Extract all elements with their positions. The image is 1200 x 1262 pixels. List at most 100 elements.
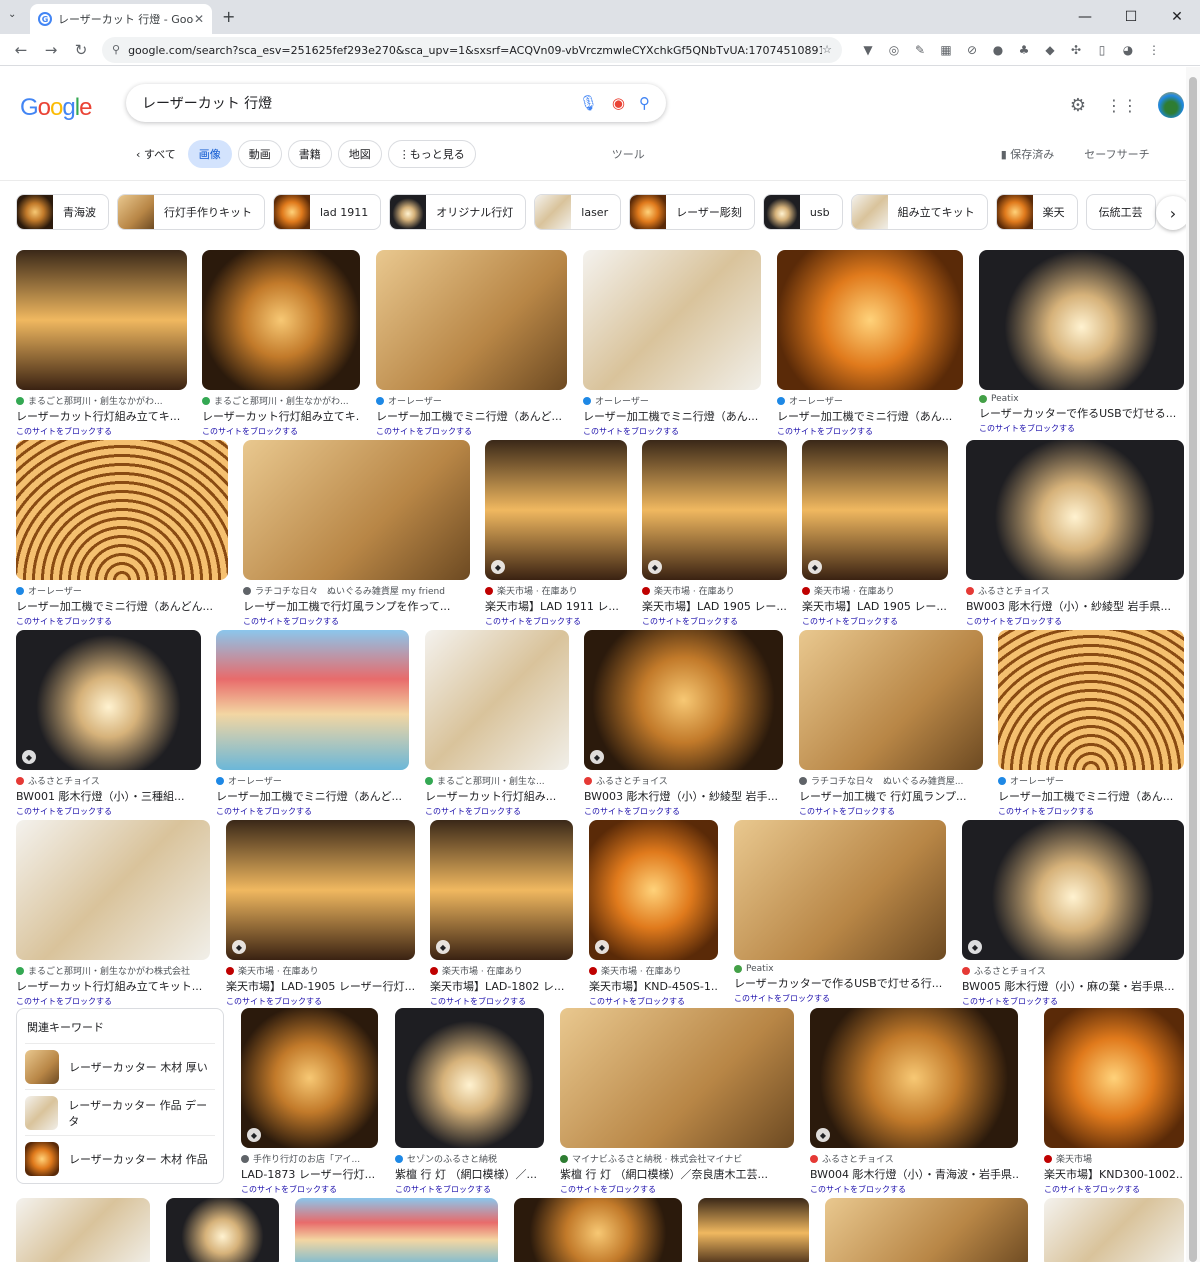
browser-tab[interactable]: G レーザーカット 行燈 - Google 検索 ✕	[30, 4, 212, 34]
filter-books[interactable]: 書籍	[287, 140, 332, 168]
image-result[interactable]: オーレーザー レーザー加工機でミニ行燈（あんどん... このサイトをブロックする	[16, 440, 228, 627]
result-title[interactable]: BW003 彫木行燈（小）・紗綾型 岩手県...	[966, 598, 1184, 614]
block-site-link[interactable]: このサイトをブロックする	[583, 426, 761, 437]
image-result[interactable]	[16, 1198, 150, 1262]
result-title[interactable]: レーザー加工機でミニ行燈（あんど...	[376, 408, 567, 424]
result-thumbnail[interactable]: ◆	[485, 440, 627, 580]
block-site-link[interactable]: このサイトをブロックする	[202, 426, 360, 437]
image-result[interactable]: まるごと那珂川・創生なかがわ... レーザーカット行灯組み立てキ... このサイ…	[16, 250, 187, 437]
circle-extension-icon[interactable]: ◎	[884, 40, 904, 60]
block-site-link[interactable]: このサイトをブロックする	[734, 993, 946, 1004]
reload-icon[interactable]: ↻	[66, 41, 96, 59]
result-thumbnail[interactable]	[202, 250, 360, 390]
image-result[interactable]: ラチコチな日々 ぬいぐるみ雑貨屋 my friend レーザー加工機で行灯風ラン…	[243, 440, 470, 627]
image-result[interactable]: Peatix レーザーカッターで作るUSBで灯せる... このサイトをブロックす…	[979, 250, 1184, 434]
filter-maps[interactable]: 地図	[337, 140, 382, 168]
page-scrollbar[interactable]	[1186, 67, 1200, 1262]
image-result[interactable]: 楽天市場 楽天市場】KND300-1002... このサイトをブロックする	[1044, 1008, 1184, 1195]
result-thumbnail[interactable]	[825, 1198, 1028, 1262]
image-result[interactable]: ◆ 楽天市場 · 在庫あり 楽天市場】KND-450S-1... このサイトをブ…	[589, 820, 718, 1007]
chips-next-chevron-icon[interactable]: ›	[1156, 196, 1190, 230]
result-thumbnail[interactable]	[966, 440, 1184, 580]
result-title[interactable]: BW005 彫木行燈（小）・麻の葉・岩手県...	[962, 978, 1184, 994]
block-site-link[interactable]: このサイトをブロックする	[241, 1184, 378, 1195]
related-chip[interactable]: laser	[534, 194, 622, 230]
result-thumbnail[interactable]	[698, 1198, 809, 1262]
related-chip[interactable]: 組み立てキット	[850, 194, 988, 230]
image-result[interactable]: ◆ 楽天市場 · 在庫あり 楽天市場】LAD 1905 レー... このサイトを…	[802, 440, 948, 627]
result-thumbnail[interactable]: ◆	[802, 440, 948, 580]
related-keyword-item[interactable]: レーザーカッター 作品 データ	[25, 1089, 215, 1135]
menu-dots-icon[interactable]: ⋮	[1144, 40, 1164, 60]
result-title[interactable]: レーザー加工機でミニ行燈（あん...	[583, 408, 761, 424]
result-title[interactable]: レーザーカット行灯組み...	[425, 788, 569, 804]
safesearch-button[interactable]: セーフサーチ	[1084, 146, 1149, 162]
apps-grid-icon[interactable]: ⋮⋮	[1106, 96, 1138, 115]
sidepanel-icon[interactable]: ▯	[1092, 40, 1112, 60]
result-thumbnail[interactable]	[734, 820, 946, 960]
result-thumbnail[interactable]	[295, 1198, 498, 1262]
result-thumbnail[interactable]	[799, 630, 983, 770]
result-title[interactable]: レーザー加工機でミニ行燈（あん...	[998, 788, 1184, 804]
profile-icon[interactable]: ◕	[1118, 40, 1138, 60]
image-result[interactable]: ◆ 楽天市場 · 在庫あり 楽天市場】LAD-1802 レ... このサイトをブ…	[430, 820, 573, 1007]
result-thumbnail[interactable]	[16, 250, 187, 390]
result-thumbnail[interactable]	[216, 630, 409, 770]
block-site-link[interactable]: このサイトをブロックする	[485, 616, 627, 627]
block-site-link[interactable]: このサイトをブロックする	[430, 996, 573, 1007]
result-thumbnail[interactable]	[998, 630, 1184, 770]
leaf-extension-icon[interactable]: ♣	[1014, 40, 1034, 60]
address-bar[interactable]: ⚲ google.com/search?sca_esv=251625fef293…	[102, 36, 842, 63]
result-title[interactable]: レーザー加工機でミニ行燈（あん...	[777, 408, 963, 424]
square-extension-icon[interactable]: ◆	[1040, 40, 1060, 60]
result-thumbnail[interactable]	[376, 250, 567, 390]
result-title[interactable]: 楽天市場】KND-450S-1...	[589, 978, 718, 994]
result-thumbnail[interactable]	[16, 820, 210, 960]
image-result[interactable]: ふるさとチョイス BW003 彫木行燈（小）・紗綾型 岩手県... このサイトを…	[966, 440, 1184, 627]
result-title[interactable]: レーザー加工機で 行灯風ランプ...	[799, 788, 983, 804]
result-thumbnail[interactable]	[979, 250, 1184, 390]
result-thumbnail[interactable]	[583, 250, 761, 390]
filter-more[interactable]: ⋮ もっと見る	[387, 140, 476, 168]
image-result[interactable]: ◆ 楽天市場 · 在庫あり 楽天市場】LAD 1905 レー... このサイトを…	[642, 440, 787, 627]
image-result[interactable]	[295, 1198, 498, 1262]
result-thumbnail[interactable]	[560, 1008, 794, 1148]
image-result[interactable]: ◆ ふるさとチョイス BW001 彫木行燈（小）・三種組... このサイトをブロ…	[16, 630, 201, 817]
result-title[interactable]: 楽天市場】LAD-1905 レーザー行灯...	[226, 978, 415, 994]
result-thumbnail[interactable]	[777, 250, 963, 390]
mic-icon[interactable]: 🎙	[579, 94, 598, 112]
image-result[interactable]: ◆ 手作り行灯のお店「アイ... LAD-1873 レーザー行灯... このサイ…	[241, 1008, 378, 1195]
result-title[interactable]: レーザーカッターで作るUSBで灯せる...	[979, 405, 1184, 421]
image-result[interactable]: まるごと那珂川・創生なかがわ... レーザーカット行灯組み立てキ... このサイ…	[202, 250, 360, 437]
puzzle-icon[interactable]: ✣	[1066, 40, 1086, 60]
image-result[interactable]	[698, 1198, 809, 1262]
maximize-button[interactable]: ☐	[1108, 0, 1154, 34]
lens-icon[interactable]: ◉	[612, 94, 625, 112]
related-chip[interactable]: 青海波	[16, 194, 109, 230]
image-result[interactable]: オーレーザー レーザー加工機でミニ行燈（あんど... このサイトをブロックする	[216, 630, 409, 817]
gear-icon[interactable]: ⚙	[1070, 95, 1086, 116]
tab-search-icon[interactable]: ⌄	[8, 9, 16, 20]
image-result[interactable]: Peatix レーザーカッターで作るUSBで灯せる行... このサイトをブロック…	[734, 820, 946, 1004]
filter-images[interactable]: 画像	[187, 140, 232, 168]
image-result[interactable]: オーレーザー レーザー加工機でミニ行燈（あんど... このサイトをブロックする	[376, 250, 567, 437]
result-title[interactable]: 紫檀 行 灯 （網口模様）／奈良唐木工芸...	[560, 1166, 794, 1182]
result-title[interactable]: レーザー加工機でミニ行燈（あんど...	[216, 788, 409, 804]
result-thumbnail[interactable]	[514, 1198, 682, 1262]
related-chip[interactable]: 行灯手作りキット	[117, 194, 265, 230]
related-chip[interactable]: lad 1911	[273, 194, 382, 230]
image-result[interactable]	[1044, 1198, 1184, 1262]
related-chip[interactable]: オリジナル行灯	[389, 194, 527, 230]
tab-close-icon[interactable]: ✕	[194, 12, 204, 26]
search-input[interactable]: レーザーカット 行燈	[142, 93, 565, 113]
result-thumbnail[interactable]	[243, 440, 470, 580]
block-site-link[interactable]: このサイトをブロックする	[589, 996, 718, 1007]
result-thumbnail[interactable]	[395, 1008, 544, 1148]
block-site-link[interactable]: このサイトをブロックする	[642, 616, 787, 627]
image-result[interactable]: オーレーザー レーザー加工機でミニ行燈（あん... このサイトをブロックする	[583, 250, 761, 437]
result-thumbnail[interactable]: ◆	[430, 820, 573, 960]
google-logo[interactable]: Google	[20, 94, 92, 122]
image-result[interactable]: ◆ ふるさとチョイス BW003 彫木行燈（小）・紗綾型 岩手... このサイト…	[584, 630, 783, 817]
block-site-link[interactable]: このサイトをブロックする	[425, 806, 569, 817]
block-site-link[interactable]: このサイトをブロックする	[226, 996, 415, 1007]
